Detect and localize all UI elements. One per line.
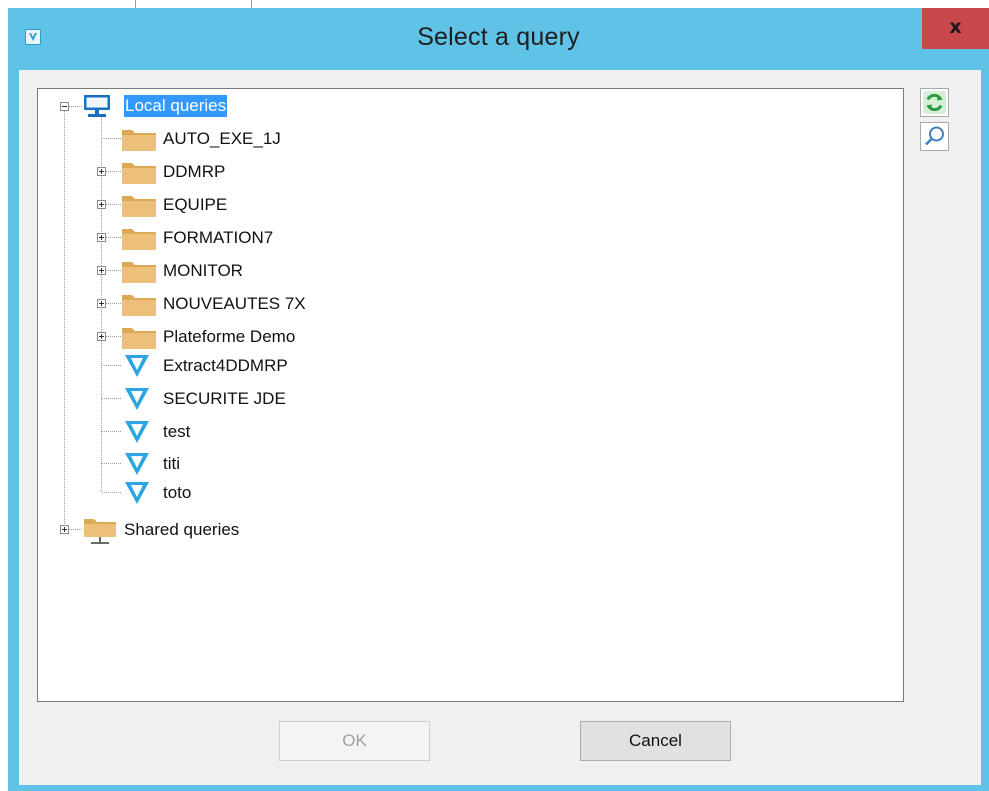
folder-icon (122, 262, 156, 283)
tree-node-folder[interactable]: DDMRP (38, 159, 298, 185)
tree-node-folder[interactable]: NOUVEAUTES 7X (38, 291, 306, 317)
close-button[interactable]: x (922, 8, 989, 49)
select-query-dialog: Select a query x Local queries AUTO_EXE_… (8, 8, 989, 791)
tree-label: Extract4DDMRP (163, 356, 288, 375)
folder-icon (122, 196, 156, 217)
query-icon (125, 482, 149, 504)
tree-label-shared-queries: Shared queries (124, 520, 240, 539)
tree-node-folder[interactable]: FORMATION7 (38, 225, 298, 251)
tree-node-query[interactable]: Extract4DDMRP (38, 353, 298, 379)
expand-toggle[interactable] (97, 299, 106, 308)
search-icon (925, 126, 944, 146)
tree-label: toto (163, 483, 192, 502)
tree-label: MONITOR (163, 261, 243, 280)
folder-icon (122, 328, 156, 349)
tree-label: Plateforme Demo (163, 327, 296, 346)
computer-icon (84, 95, 110, 117)
strip-divider (251, 0, 252, 8)
background-window-strip (0, 0, 989, 8)
collapse-toggle[interactable] (60, 102, 69, 111)
expand-toggle[interactable] (97, 200, 106, 209)
tree-node-folder[interactable]: AUTO_EXE_1J (38, 126, 298, 152)
dialog-body: Local queries AUTO_EXE_1J DDMRP EQUIPE F… (19, 70, 981, 785)
tree-node-folder[interactable]: MONITOR (38, 258, 298, 284)
expand-toggle[interactable] (97, 167, 106, 176)
tree-label: DDMRP (163, 162, 226, 181)
refresh-button[interactable] (920, 88, 949, 117)
strip-divider (135, 0, 136, 8)
expand-toggle[interactable] (97, 233, 106, 242)
query-icon (125, 453, 149, 475)
tree-label: SECURITE JDE (163, 389, 286, 408)
folder-icon (122, 130, 156, 151)
query-icon (125, 388, 149, 410)
tree-label: AUTO_EXE_1J (163, 129, 281, 148)
dialog-title: Select a query (417, 23, 580, 51)
expand-toggle[interactable] (97, 266, 106, 275)
tree-node-folder[interactable]: EQUIPE (38, 192, 298, 218)
tree-node-folder[interactable]: Plateforme Demo (38, 324, 298, 350)
query-icon (125, 421, 149, 443)
tree-node-query[interactable]: titi (38, 451, 298, 477)
expand-toggle[interactable] (60, 525, 69, 534)
tree-label: test (163, 422, 191, 441)
folder-icon (122, 295, 156, 316)
tree-node-query[interactable]: test (38, 419, 298, 445)
tree-label-local-queries: Local queries (124, 95, 228, 117)
folder-icon (122, 163, 156, 184)
folder-icon (122, 229, 156, 250)
tree-node-shared-queries[interactable]: Shared queries (38, 517, 298, 544)
tree-label: EQUIPE (163, 195, 228, 214)
tree-node-local-queries[interactable]: Local queries (38, 94, 288, 120)
tree-node-query[interactable]: toto (38, 480, 298, 506)
expand-toggle[interactable] (97, 332, 106, 341)
tree-label: FORMATION7 (163, 228, 274, 247)
refresh-icon (923, 91, 946, 114)
ok-button[interactable]: OK (279, 721, 430, 761)
title-bar[interactable]: Select a query x (8, 8, 989, 70)
tree-node-query[interactable]: SECURITE JDE (38, 386, 298, 412)
tree-label: titi (163, 454, 180, 473)
query-icon (125, 355, 149, 377)
query-tree[interactable]: Local queries AUTO_EXE_1J DDMRP EQUIPE F… (37, 88, 904, 702)
network-folder-icon (84, 519, 116, 544)
search-button[interactable] (920, 122, 949, 151)
tree-label: NOUVEAUTES 7X (163, 294, 306, 313)
cancel-button[interactable]: Cancel (580, 721, 731, 761)
